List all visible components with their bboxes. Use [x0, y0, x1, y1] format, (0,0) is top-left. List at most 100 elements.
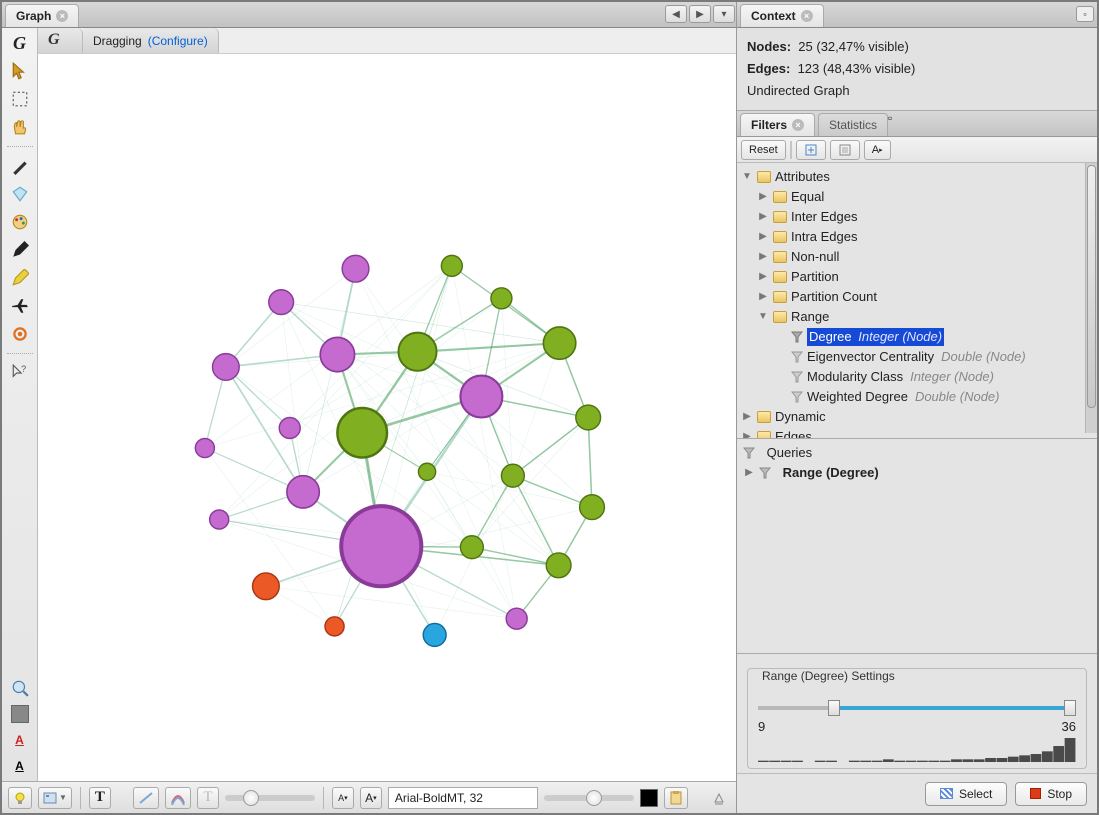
pointer-tool[interactable] [9, 60, 31, 82]
export-filter-button[interactable] [796, 140, 826, 160]
pencil-tool[interactable] [9, 267, 31, 289]
tab-statistics[interactable]: Statistics [818, 113, 888, 136]
query-range-degree[interactable]: ▶ Range (Degree) [741, 463, 1093, 483]
tree-partition-count[interactable]: ▶Partition Count [739, 287, 1095, 307]
queries-panel: Queries ▶ Range (Degree) [737, 438, 1097, 487]
logo-icon: G [9, 32, 31, 54]
tab-filters-label: Filters [751, 118, 787, 132]
label-color-swatch[interactable] [640, 789, 658, 807]
font-filter-button[interactable]: A▸ [864, 140, 891, 160]
range-settings-title: Range (Degree) Settings [758, 669, 1076, 683]
range-handle-max[interactable] [1064, 700, 1076, 716]
context-panel: Nodes: 25 (32,47% visible) Edges: 123 (4… [737, 28, 1097, 111]
stop-icon [1030, 788, 1041, 799]
gear-tool[interactable] [9, 323, 31, 345]
hand-tool[interactable] [9, 116, 31, 138]
text-disabled-button[interactable]: T [197, 787, 219, 809]
select-icon [940, 788, 953, 799]
edge-curve-icon[interactable] [165, 787, 191, 809]
pen-tool[interactable] [9, 239, 31, 261]
edges-value: 123 (48,43% visible) [798, 61, 916, 76]
clipboard-button[interactable] [664, 787, 688, 809]
save-filter-button[interactable] [830, 140, 860, 160]
configure-link[interactable]: (Configure) [148, 34, 208, 48]
labels-toggle[interactable]: ▼ [38, 787, 72, 809]
close-icon[interactable]: × [56, 10, 68, 22]
range-min: 9 [758, 719, 765, 734]
range-handle-min[interactable] [828, 700, 840, 716]
palette-tool[interactable] [9, 211, 31, 233]
tab-context[interactable]: Context × [740, 4, 824, 27]
font-field[interactable]: Arial-BoldMT, 32 [388, 787, 538, 809]
expand-handle-icon[interactable] [708, 787, 730, 809]
tree-inter-edges[interactable]: ▶Inter Edges [739, 207, 1095, 227]
tab-graph-label: Graph [16, 9, 51, 23]
left-toolbar: G ? A A [2, 28, 38, 781]
edges-label: Edges: [747, 61, 790, 76]
tree-range-modclass[interactable]: Modularity ClassInteger (Node) [739, 367, 1095, 387]
tree-intra-edges[interactable]: ▶Intra Edges [739, 227, 1095, 247]
tab-next-button[interactable]: ▶ [689, 5, 711, 23]
tree-partition[interactable]: ▶Partition [739, 267, 1095, 287]
reset-button[interactable]: Reset [741, 140, 786, 160]
filters-tabbar: Filters × Statistics ▫ [737, 111, 1097, 137]
tab-prev-button[interactable]: ◀ [665, 5, 687, 23]
tree-scrollbar[interactable] [1085, 163, 1097, 433]
diamond-tool[interactable] [9, 183, 31, 205]
close-icon[interactable]: × [792, 119, 804, 131]
graph-type: Undirected Graph [747, 80, 1087, 102]
airplane-tool[interactable] [9, 295, 31, 317]
filter-toolbar: Reset A▸ [737, 137, 1097, 163]
graph-tabbar: Graph × ◀ ▶ ▾ [2, 2, 736, 28]
tab-menu-button[interactable]: ▾ [713, 5, 735, 23]
nodes-value: 25 (32,47% visible) [798, 39, 909, 54]
graph-canvas[interactable] [38, 54, 736, 781]
rect-select-tool[interactable] [9, 88, 31, 110]
filter-library-tree: ▼Attributes ▶Equal ▶Inter Edges ▶Intra E… [737, 163, 1097, 438]
range-settings-panel: Range (Degree) Settings 9 36 [737, 653, 1097, 773]
mode-bar: G Dragging (Configure) [38, 28, 736, 54]
tree-equal[interactable]: ▶Equal [739, 187, 1095, 207]
tab-context-label: Context [751, 9, 796, 23]
gephi-logo-icon: G [48, 31, 72, 51]
tree-edges[interactable]: ▶Edges [739, 427, 1095, 438]
bottom-bar: ▼ T T A▾ A▾ Arial-BoldMT, 32 [2, 781, 736, 813]
magnifier-reset-icon[interactable] [9, 677, 31, 699]
tree-range-wdeg[interactable]: Weighted DegreeDouble (Node) [739, 387, 1095, 407]
text-color-a-icon[interactable]: A [9, 729, 31, 751]
context-tabbar: Context × ▫ [737, 2, 1097, 28]
mode-label: Dragging [93, 34, 142, 48]
lightbulb-button[interactable] [8, 787, 32, 809]
tree-range-degree[interactable]: Degree Integer (Node) [739, 327, 1095, 347]
filter-actions: Select Stop [737, 773, 1097, 813]
tab-statistics-label: Statistics [829, 118, 877, 132]
tree-attributes[interactable]: ▼Attributes [739, 167, 1095, 187]
range-slider[interactable] [758, 699, 1076, 717]
label-size-slider[interactable] [544, 795, 634, 801]
close-icon[interactable]: × [801, 10, 813, 22]
tree-non-null[interactable]: ▶Non-null [739, 247, 1095, 267]
range-max: 36 [1062, 719, 1076, 734]
font-larger-button[interactable]: A▾ [360, 787, 382, 809]
font-smaller-button[interactable]: A▾ [332, 787, 354, 809]
brush-tool[interactable] [9, 155, 31, 177]
svg-text:?: ? [21, 364, 26, 374]
select-button[interactable]: Select [925, 782, 1007, 806]
stop-button[interactable]: Stop [1015, 782, 1087, 806]
degree-histogram [758, 736, 1076, 762]
tab-graph[interactable]: Graph × [5, 4, 79, 27]
tab-filters[interactable]: Filters × [740, 113, 815, 136]
whatsthis-tool[interactable]: ? [9, 362, 31, 384]
panel-minimize-button[interactable]: ▫ [888, 111, 892, 136]
panel-minimize-button[interactable]: ▫ [1076, 6, 1094, 22]
text-button[interactable]: T [89, 787, 111, 809]
tree-dynamic[interactable]: ▶Dynamic [739, 407, 1095, 427]
tree-range-eigen[interactable]: Eigenvector CentralityDouble (Node) [739, 347, 1095, 367]
edge-weight-slider[interactable] [225, 795, 315, 801]
background-swatch[interactable] [9, 703, 31, 725]
nodes-label: Nodes: [747, 39, 791, 54]
text-color-b-icon[interactable]: A [9, 755, 31, 777]
edge-straight-icon[interactable] [133, 787, 159, 809]
tree-range[interactable]: ▼Range [739, 307, 1095, 327]
queries-header[interactable]: Queries [741, 443, 1093, 463]
